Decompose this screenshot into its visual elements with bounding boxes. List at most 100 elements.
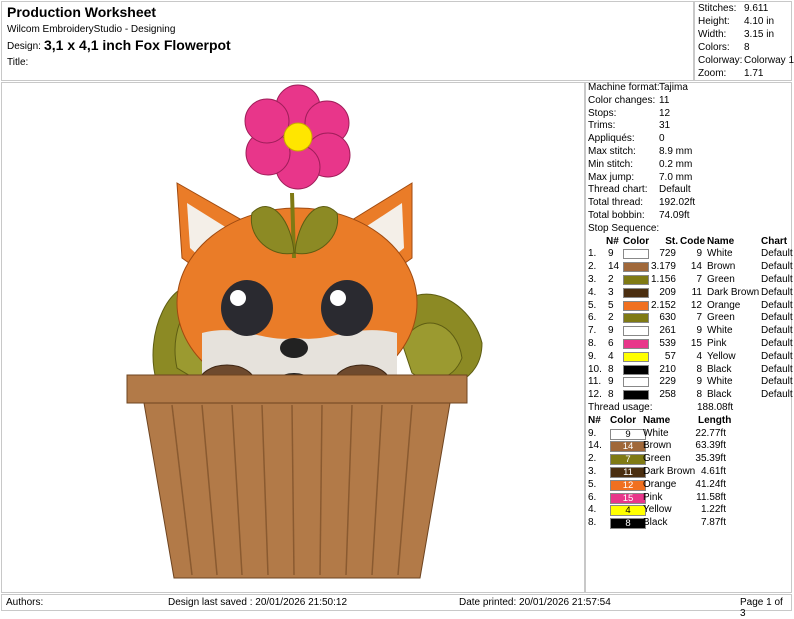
usage-swatch: 7 (610, 454, 646, 466)
stop-code: 9 (696, 325, 702, 337)
stop-index: 6. (588, 312, 597, 324)
machine-label: Machine format: (588, 82, 660, 93)
machine-label: Color changes: (588, 94, 656, 106)
stop-stitches: 229 (659, 376, 676, 388)
stop-code: 9 (696, 248, 702, 260)
usage-length: 11.58ft (696, 491, 726, 503)
machine-row: Thread chart: Default (588, 184, 788, 197)
machine-row: Trims: 31 (588, 120, 788, 133)
stop-needle: 2 (608, 274, 614, 285)
stop-row: 6. 2 630 7 Green Default (588, 312, 793, 325)
usage-row: 8. 8 Black 7.87ft (588, 517, 788, 530)
stop-stitches: 258 (659, 389, 676, 401)
thread-info-panel: Machine format: Tajima Color changes: 11 Sto… (585, 82, 793, 593)
stat-value: Colorway 1 (744, 55, 794, 66)
date-printed: Date printed: 20/01/2026 21:57:54 (459, 597, 611, 608)
machine-row: Appliqués: 0 (588, 133, 788, 146)
machine-value: 74.09ft (659, 210, 690, 221)
stop-chart: Default (761, 286, 793, 298)
usage-swatch: 12 (610, 479, 646, 491)
usage-row: 14. 14 Brown 63.39ft (588, 440, 788, 453)
stop-needle: 14 (608, 261, 620, 273)
machine-value: 12 (659, 107, 671, 119)
stat-value: 3.15 in (744, 29, 775, 40)
machine-value: 0 (659, 133, 665, 145)
stop-needle: 8 (608, 363, 614, 375)
machine-label: Stops: (588, 107, 617, 119)
stop-chart: Default (761, 299, 793, 311)
stop-index: 9. (588, 350, 597, 362)
stop-code: 12 (690, 299, 702, 311)
stop-swatch (623, 351, 649, 362)
stat-label: Zoom: (698, 68, 727, 79)
stop-swatch (623, 249, 649, 260)
stop-index: 5. (588, 299, 597, 311)
stat-row: Zoom: 1.71 (698, 68, 793, 81)
machine-label: Total bobbin: (588, 210, 645, 221)
usage-swatch: 15 (610, 492, 646, 504)
thread-usage-row: Thread usage: 188.08ft (588, 402, 788, 415)
machine-value: 7.0 mm (659, 171, 693, 183)
usage-index: 9. (588, 427, 597, 439)
usage-index: 5. (588, 478, 597, 490)
authors-label: Authors: (6, 597, 44, 608)
usage-swatch: 4 (610, 505, 646, 517)
machine-label: Total thread: (588, 197, 644, 209)
thread-usage-title: Thread usage: (588, 402, 653, 413)
machine-row: Color changes: 11 (588, 95, 788, 108)
stop-col-n: N# (606, 235, 619, 247)
usage-col-color: Color (610, 414, 637, 426)
usage-col-length: Length (698, 414, 732, 426)
stop-needle: 3 (608, 286, 614, 298)
stat-label: Colorway: (698, 55, 743, 66)
stat-label: Stitches: (698, 3, 737, 14)
stop-stitches: 539 (659, 338, 676, 349)
stat-row: Height: 4.10 in (698, 16, 793, 29)
machine-row: Max jump: 7.0 mm (588, 172, 788, 185)
fox-flowerpot-embroidery (126, 84, 483, 579)
stop-code: 14 (690, 261, 702, 273)
stop-swatch (623, 377, 649, 388)
stop-row: 3. 2 1.156 7 Green Default (588, 274, 793, 287)
machine-row: Total bobbin: 74.09ft (588, 210, 788, 223)
stop-needle: 8 (608, 389, 614, 401)
stop-index: 8. (588, 338, 597, 349)
stop-name: White (707, 325, 733, 337)
stat-value: 9.611 (744, 3, 769, 14)
stop-code: 11 (691, 286, 702, 298)
stop-index: 2. (588, 261, 597, 273)
machine-label: Appliqués: (588, 133, 635, 145)
machine-label: Max stitch: (588, 146, 636, 157)
usage-swatch: 8 (610, 518, 646, 530)
stop-col-code: Code (680, 235, 705, 247)
stat-row: Stitches: 9.611 (698, 3, 793, 16)
machine-value: 0.2 mm (659, 158, 693, 170)
stop-swatch (623, 390, 649, 401)
stop-sequence-title: Stop Sequence: (588, 222, 660, 234)
stop-name: Black (707, 363, 732, 375)
usage-col-name: Name (643, 414, 671, 426)
stop-name: Pink (707, 338, 727, 349)
usage-length: 7.87ft (700, 517, 726, 529)
machine-row: Total thread: 192.02ft (588, 197, 788, 210)
stop-stitches: 2.152 (650, 299, 676, 311)
usage-row: 4. 4 Yellow 1.22ft (588, 504, 788, 517)
stop-index: 4. (588, 286, 597, 298)
machine-label: Trims: (588, 120, 616, 132)
design-preview (1, 82, 585, 593)
stop-swatch (623, 262, 649, 273)
stop-code: 7 (696, 312, 702, 324)
stop-chart: Default (761, 338, 793, 349)
machine-label: Min stitch: (588, 158, 634, 170)
machine-value: 8.9 mm (659, 146, 693, 157)
stop-index: 12. (588, 389, 602, 401)
usage-name: Green (643, 453, 671, 465)
stop-name: Dark Brown (707, 286, 760, 298)
stop-index: 1. (588, 248, 597, 260)
usage-index: 2. (588, 453, 597, 465)
stop-row: 5. 5 2.152 12 Orange Default (588, 299, 793, 313)
stop-chart: Default (761, 363, 793, 375)
usage-swatch: 11 (610, 467, 646, 478)
usage-row: 3. 11 Dark Brown 4.61ft (588, 466, 788, 479)
worksheet-title: Production Worksheet (7, 4, 157, 20)
